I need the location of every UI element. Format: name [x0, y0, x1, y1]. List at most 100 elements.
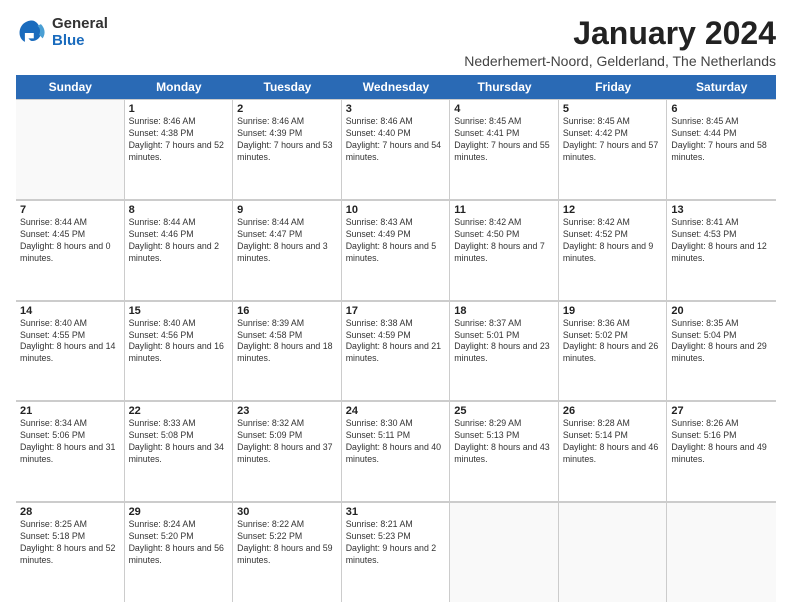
sunset-text: Sunset: 4:46 PM: [129, 229, 194, 239]
calendar-body: 1Sunrise: 8:46 AMSunset: 4:38 PMDaylight…: [16, 99, 776, 602]
sunrise-text: Sunrise: 8:24 AM: [129, 519, 196, 529]
sunset-text: Sunset: 5:13 PM: [454, 430, 519, 440]
day-number: 1: [129, 103, 229, 115]
cell-w1-d5: 5Sunrise: 8:45 AMSunset: 4:42 PMDaylight…: [559, 99, 668, 199]
sunset-text: Sunset: 4:55 PM: [20, 330, 85, 340]
day-number: 23: [237, 405, 337, 417]
cell-w2-d2: 9Sunrise: 8:44 AMSunset: 4:47 PMDaylight…: [233, 200, 342, 300]
day-number: 21: [20, 405, 120, 417]
cell-info: Sunrise: 8:42 AMSunset: 4:52 PMDaylight:…: [563, 217, 663, 265]
cell-w1-d4: 4Sunrise: 8:45 AMSunset: 4:41 PMDaylight…: [450, 99, 559, 199]
cell-w1-d2: 2Sunrise: 8:46 AMSunset: 4:39 PMDaylight…: [233, 99, 342, 199]
day-number: 3: [346, 103, 446, 115]
logo-text: General Blue: [52, 16, 108, 49]
cell-w4-d1: 22Sunrise: 8:33 AMSunset: 5:08 PMDayligh…: [125, 401, 234, 501]
cell-w2-d3: 10Sunrise: 8:43 AMSunset: 4:49 PMDayligh…: [342, 200, 451, 300]
cell-w1-d1: 1Sunrise: 8:46 AMSunset: 4:38 PMDaylight…: [125, 99, 234, 199]
logo-blue-text: Blue: [52, 33, 108, 50]
daylight-text: Daylight: 8 hours and 26 minutes.: [563, 341, 658, 363]
header-wednesday: Wednesday: [342, 75, 451, 99]
calendar-header: Sunday Monday Tuesday Wednesday Thursday…: [16, 75, 776, 99]
sunset-text: Sunset: 4:59 PM: [346, 330, 411, 340]
cell-w5-d1: 29Sunrise: 8:24 AMSunset: 5:20 PMDayligh…: [125, 502, 234, 602]
cell-info: Sunrise: 8:28 AMSunset: 5:14 PMDaylight:…: [563, 418, 663, 466]
daylight-text: Daylight: 7 hours and 55 minutes.: [454, 140, 549, 162]
cell-info: Sunrise: 8:45 AMSunset: 4:41 PMDaylight:…: [454, 116, 554, 164]
day-number: 26: [563, 405, 663, 417]
cell-w3-d0: 14Sunrise: 8:40 AMSunset: 4:55 PMDayligh…: [16, 301, 125, 401]
cell-w5-d0: 28Sunrise: 8:25 AMSunset: 5:18 PMDayligh…: [16, 502, 125, 602]
cell-w5-d5: [559, 502, 668, 602]
sunrise-text: Sunrise: 8:41 AM: [671, 217, 738, 227]
month-title: January 2024: [464, 16, 776, 51]
cell-w3-d4: 18Sunrise: 8:37 AMSunset: 5:01 PMDayligh…: [450, 301, 559, 401]
cell-info: Sunrise: 8:25 AMSunset: 5:18 PMDaylight:…: [20, 519, 120, 567]
cell-info: Sunrise: 8:43 AMSunset: 4:49 PMDaylight:…: [346, 217, 446, 265]
sunset-text: Sunset: 5:23 PM: [346, 531, 411, 541]
cell-info: Sunrise: 8:33 AMSunset: 5:08 PMDaylight:…: [129, 418, 229, 466]
day-number: 11: [454, 204, 554, 216]
sunrise-text: Sunrise: 8:30 AM: [346, 418, 413, 428]
sunrise-text: Sunrise: 8:42 AM: [563, 217, 630, 227]
header: General Blue January 2024 Nederhemert-No…: [16, 16, 776, 69]
day-number: 20: [671, 305, 772, 317]
daylight-text: Daylight: 8 hours and 37 minutes.: [237, 442, 332, 464]
location: Nederhemert-Noord, Gelderland, The Nethe…: [464, 53, 776, 69]
daylight-text: Daylight: 8 hours and 5 minutes.: [346, 241, 436, 263]
cell-w5-d2: 30Sunrise: 8:22 AMSunset: 5:22 PMDayligh…: [233, 502, 342, 602]
sunrise-text: Sunrise: 8:46 AM: [346, 116, 413, 126]
week-row-4: 21Sunrise: 8:34 AMSunset: 5:06 PMDayligh…: [16, 401, 776, 502]
daylight-text: Daylight: 8 hours and 12 minutes.: [671, 241, 766, 263]
sunrise-text: Sunrise: 8:26 AM: [671, 418, 738, 428]
sunset-text: Sunset: 5:11 PM: [346, 430, 410, 440]
cell-w2-d4: 11Sunrise: 8:42 AMSunset: 4:50 PMDayligh…: [450, 200, 559, 300]
week-row-1: 1Sunrise: 8:46 AMSunset: 4:38 PMDaylight…: [16, 99, 776, 200]
cell-w4-d2: 23Sunrise: 8:32 AMSunset: 5:09 PMDayligh…: [233, 401, 342, 501]
cell-info: Sunrise: 8:44 AMSunset: 4:47 PMDaylight:…: [237, 217, 337, 265]
cell-info: Sunrise: 8:36 AMSunset: 5:02 PMDaylight:…: [563, 318, 663, 366]
cell-w4-d0: 21Sunrise: 8:34 AMSunset: 5:06 PMDayligh…: [16, 401, 125, 501]
sunset-text: Sunset: 4:50 PM: [454, 229, 519, 239]
day-number: 7: [20, 204, 120, 216]
cell-w4-d6: 27Sunrise: 8:26 AMSunset: 5:16 PMDayligh…: [667, 401, 776, 501]
cell-info: Sunrise: 8:42 AMSunset: 4:50 PMDaylight:…: [454, 217, 554, 265]
cell-w5-d6: [667, 502, 776, 602]
sunset-text: Sunset: 4:52 PM: [563, 229, 628, 239]
cell-w2-d0: 7Sunrise: 8:44 AMSunset: 4:45 PMDaylight…: [16, 200, 125, 300]
sunset-text: Sunset: 4:44 PM: [671, 128, 736, 138]
week-row-3: 14Sunrise: 8:40 AMSunset: 4:55 PMDayligh…: [16, 301, 776, 402]
page: General Blue January 2024 Nederhemert-No…: [0, 0, 792, 612]
sunset-text: Sunset: 5:18 PM: [20, 531, 85, 541]
sunset-text: Sunset: 4:53 PM: [671, 229, 736, 239]
sunrise-text: Sunrise: 8:28 AM: [563, 418, 630, 428]
day-number: 29: [129, 506, 229, 518]
sunset-text: Sunset: 4:42 PM: [563, 128, 628, 138]
header-monday: Monday: [125, 75, 234, 99]
daylight-text: Daylight: 8 hours and 43 minutes.: [454, 442, 549, 464]
cell-info: Sunrise: 8:45 AMSunset: 4:44 PMDaylight:…: [671, 116, 772, 164]
sunrise-text: Sunrise: 8:32 AM: [237, 418, 304, 428]
calendar: Sunday Monday Tuesday Wednesday Thursday…: [16, 75, 776, 602]
header-tuesday: Tuesday: [233, 75, 342, 99]
cell-info: Sunrise: 8:29 AMSunset: 5:13 PMDaylight:…: [454, 418, 554, 466]
cell-w2-d5: 12Sunrise: 8:42 AMSunset: 4:52 PMDayligh…: [559, 200, 668, 300]
day-number: 8: [129, 204, 229, 216]
sunset-text: Sunset: 5:04 PM: [671, 330, 736, 340]
daylight-text: Daylight: 8 hours and 56 minutes.: [129, 543, 224, 565]
week-row-2: 7Sunrise: 8:44 AMSunset: 4:45 PMDaylight…: [16, 200, 776, 301]
daylight-text: Daylight: 7 hours and 52 minutes.: [129, 140, 224, 162]
cell-w3-d5: 19Sunrise: 8:36 AMSunset: 5:02 PMDayligh…: [559, 301, 668, 401]
cell-info: Sunrise: 8:45 AMSunset: 4:42 PMDaylight:…: [563, 116, 663, 164]
daylight-text: Daylight: 8 hours and 7 minutes.: [454, 241, 544, 263]
day-number: 13: [671, 204, 772, 216]
day-number: 16: [237, 305, 337, 317]
sunrise-text: Sunrise: 8:43 AM: [346, 217, 413, 227]
day-number: 25: [454, 405, 554, 417]
sunset-text: Sunset: 5:06 PM: [20, 430, 85, 440]
cell-info: Sunrise: 8:46 AMSunset: 4:40 PMDaylight:…: [346, 116, 446, 164]
cell-info: Sunrise: 8:22 AMSunset: 5:22 PMDaylight:…: [237, 519, 337, 567]
logo: General Blue: [16, 16, 108, 49]
cell-info: Sunrise: 8:38 AMSunset: 4:59 PMDaylight:…: [346, 318, 446, 366]
cell-info: Sunrise: 8:21 AMSunset: 5:23 PMDaylight:…: [346, 519, 446, 567]
sunrise-text: Sunrise: 8:33 AM: [129, 418, 196, 428]
